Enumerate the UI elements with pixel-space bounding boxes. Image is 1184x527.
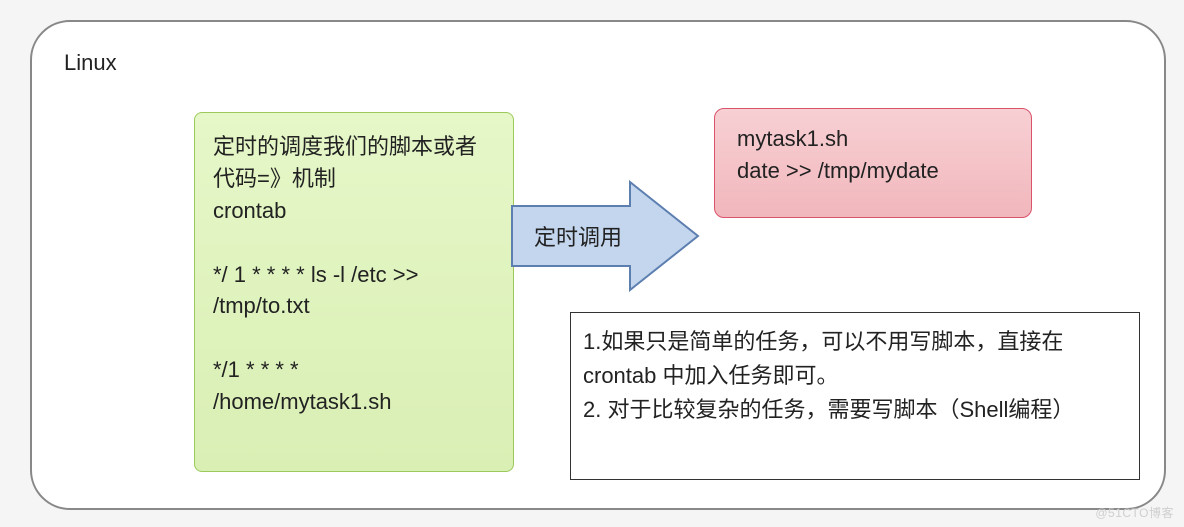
panel-title: Linux (64, 50, 117, 76)
green-line-2: crontab (213, 195, 495, 227)
note-1: 1.如果只是简单的任务，可以不用写脚本，直接在crontab 中加入任务即可。 (583, 325, 1127, 393)
green-line-4: /tmp/to.txt (213, 290, 495, 322)
green-line-5: */1 * * * * (213, 354, 495, 386)
arrow-label: 定时调用 (534, 220, 622, 252)
green-line-1: 定时的调度我们的脚本或者代码=》机制 (213, 131, 495, 195)
red-line-2: date >> /tmp/mydate (737, 155, 1009, 187)
crontab-config-box: 定时的调度我们的脚本或者代码=》机制 crontab */ 1 * * * * … (194, 112, 514, 472)
green-line-3: */ 1 * * * * ls -l /etc >> (213, 259, 495, 291)
green-line-6: /home/mytask1.sh (213, 386, 495, 418)
script-box: mytask1.sh date >> /tmp/mydate (714, 108, 1032, 218)
notes-box: 1.如果只是简单的任务，可以不用写脚本，直接在crontab 中加入任务即可。 … (570, 312, 1140, 480)
note-2: 2. 对于比较复杂的任务，需要写脚本（Shell编程） (583, 393, 1127, 427)
arrow-block: 定时调用 (510, 180, 700, 292)
watermark: @51CTO博客 (1095, 504, 1174, 521)
linux-panel: Linux 定时的调度我们的脚本或者代码=》机制 crontab */ 1 * … (30, 20, 1166, 510)
red-line-1: mytask1.sh (737, 123, 1009, 155)
